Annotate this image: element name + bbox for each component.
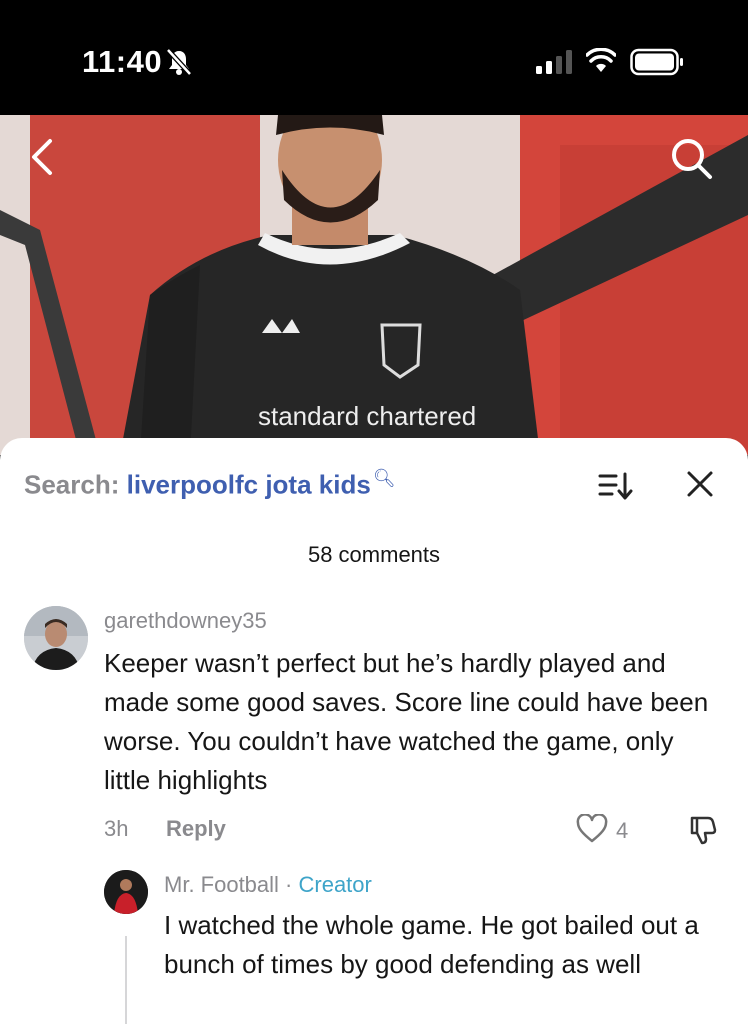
reply-button[interactable]: Reply <box>166 816 226 842</box>
sort-icon[interactable] <box>598 470 634 502</box>
comment-age: 3h <box>104 816 129 841</box>
search-suggestion[interactable]: Search: liverpoolfc jota kids 🔍︎ <box>24 468 396 504</box>
clock-time: 11:40 <box>82 44 163 79</box>
bell-slash-icon <box>166 48 192 76</box>
comment-text: Keeper wasn’t perfect but he’s hardly pl… <box>104 648 709 795</box>
chevron-left-icon[interactable] <box>24 135 60 179</box>
reply-username-text[interactable]: Mr. Football <box>164 872 279 897</box>
status-bar: 11:40 <box>0 0 748 115</box>
creator-badge: Creator <box>298 872 372 897</box>
search-term-link[interactable]: liverpoolfc jota kids <box>127 470 371 500</box>
comments-panel: Search: liverpoolfc jota kids 🔍︎ 58 comme… <box>0 438 748 1024</box>
signal-icon <box>536 50 572 74</box>
wifi-icon <box>586 48 616 72</box>
thumbs-down-icon[interactable] <box>686 814 718 846</box>
heart-icon[interactable] <box>576 814 608 844</box>
search-icon[interactable] <box>668 135 714 181</box>
video-preview[interactable]: standard chartered <box>0 115 748 455</box>
close-icon[interactable] <box>686 470 714 498</box>
player-photo: standard chartered <box>0 115 748 455</box>
avatar-image <box>24 606 88 670</box>
search-prefix: Search: <box>24 469 120 500</box>
small-search-icon: 🔍︎ <box>372 468 396 488</box>
like-count: 4 <box>616 818 629 843</box>
reply-username[interactable]: Mr. Football · Creator <box>164 872 372 898</box>
sponsor-text: standard chartered <box>258 401 476 431</box>
battery-icon <box>630 48 683 76</box>
reply-text: I watched the whole game. He got bailed … <box>164 910 699 979</box>
thread-line <box>125 936 127 1024</box>
separator: · <box>278 872 299 897</box>
comment-username[interactable]: garethdowney35 <box>104 608 267 634</box>
avatar-image <box>104 870 148 914</box>
avatar[interactable] <box>104 870 148 914</box>
avatar[interactable] <box>24 606 88 670</box>
comment-count: 58 comments <box>307 542 441 567</box>
